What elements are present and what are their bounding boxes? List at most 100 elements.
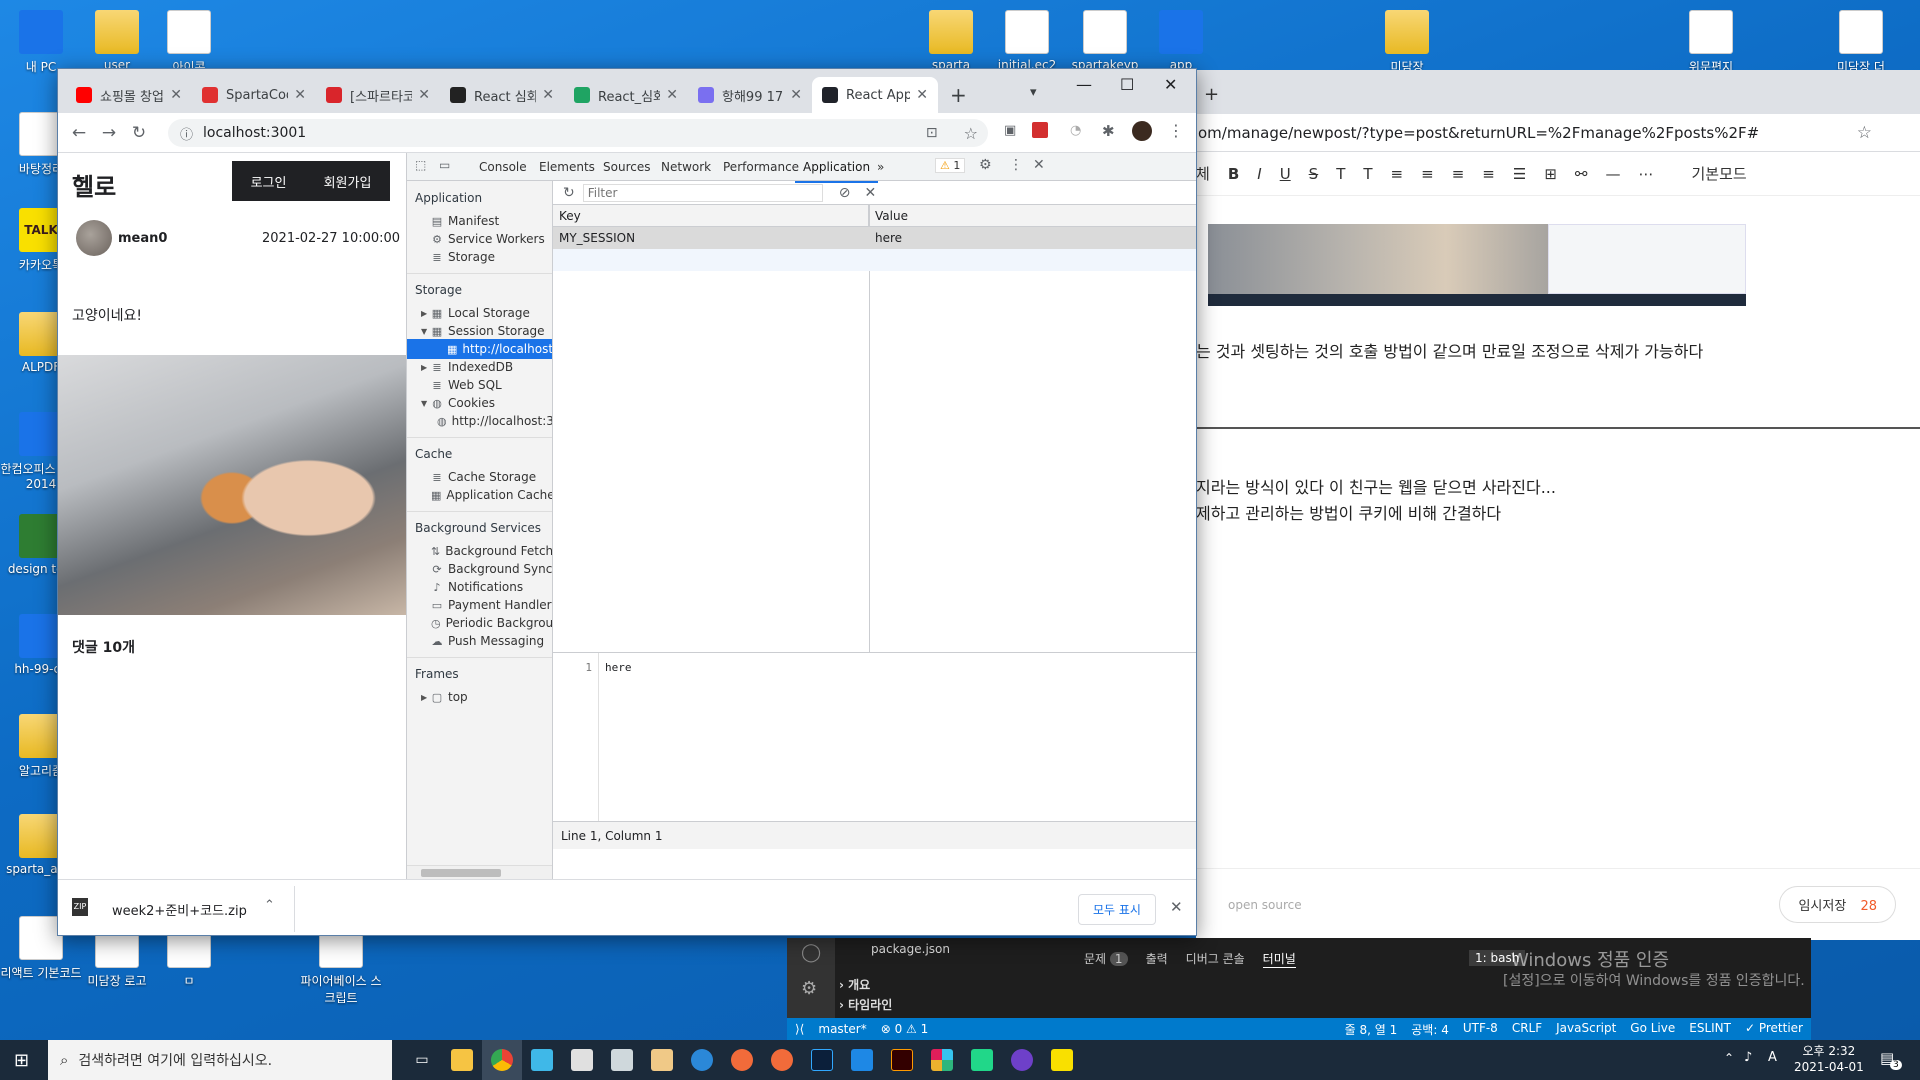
list-icon[interactable]: ☰ bbox=[1513, 165, 1526, 183]
sidebar-cookies-origin[interactable]: ◍ http://localhost:3001 bbox=[407, 411, 552, 431]
bold-icon[interactable]: B bbox=[1228, 165, 1239, 183]
delete-selected-icon[interactable]: ✕ bbox=[864, 185, 876, 201]
timeline-section[interactable]: › 타임라인 bbox=[839, 996, 892, 1013]
devtools-close-icon[interactable]: ✕ bbox=[1033, 157, 1045, 173]
remote-icon[interactable]: ⟩⟨ bbox=[795, 1022, 804, 1036]
ime-icon[interactable]: A bbox=[1768, 1050, 1777, 1065]
minimize-icon[interactable]: — bbox=[1076, 75, 1092, 94]
sidebar-service-workers[interactable]: ⚙ Service Workers bbox=[407, 229, 552, 249]
address-bar[interactable]: ⓘ localhost:3001 ⊡ ☆ bbox=[168, 119, 988, 147]
status-eol[interactable]: CRLF bbox=[1512, 1021, 1542, 1038]
panel-tab-problems[interactable]: 문제 1 bbox=[1084, 950, 1128, 968]
taskbar-vscode[interactable] bbox=[842, 1040, 882, 1080]
sidebar-websql[interactable]: ≣ Web SQL bbox=[407, 375, 552, 395]
file-package-json[interactable]: package.json bbox=[871, 942, 950, 956]
git-branch[interactable]: master* bbox=[818, 1022, 866, 1036]
new-tab-icon[interactable]: + bbox=[1204, 84, 1219, 105]
italic-icon[interactable]: I bbox=[1257, 165, 1261, 183]
status-golive[interactable]: Go Live bbox=[1630, 1021, 1675, 1038]
more-icon[interactable]: ⋯ bbox=[1638, 165, 1653, 183]
sidebar-application-cache[interactable]: ▦ Application Cache bbox=[407, 485, 552, 505]
new-tab-button[interactable]: + bbox=[950, 83, 967, 107]
preview-text[interactable]: here bbox=[605, 661, 632, 674]
desktop-icon[interactable]: sparta bbox=[910, 10, 992, 72]
volume-icon[interactable]: ♪ bbox=[1744, 1050, 1752, 1065]
outline-section[interactable]: › 개요 bbox=[839, 976, 870, 993]
device-toolbar-icon[interactable]: ▭ bbox=[439, 158, 450, 172]
hr-icon[interactable]: — bbox=[1605, 165, 1620, 183]
panel-tab-output[interactable]: 출력 bbox=[1146, 950, 1168, 968]
profile-avatar[interactable] bbox=[1132, 121, 1152, 141]
taskbar-mail[interactable] bbox=[562, 1040, 602, 1080]
tab-close-icon[interactable]: ✕ bbox=[294, 87, 306, 103]
align-left-icon[interactable]: ≡ bbox=[1391, 165, 1404, 183]
desktop-icon[interactable]: 아이콘 bbox=[148, 10, 230, 75]
taskbar-chrome[interactable] bbox=[482, 1040, 522, 1080]
menu-kebab-icon[interactable]: ⋮ bbox=[1168, 121, 1184, 140]
align-center-icon[interactable]: ≡ bbox=[1421, 165, 1434, 183]
close-window-icon[interactable]: ✕ bbox=[1164, 75, 1177, 94]
table-row-empty[interactable] bbox=[553, 249, 1196, 271]
devtools-tab-application[interactable]: Application bbox=[794, 160, 879, 183]
devtools-menu-icon[interactable]: ⋮ bbox=[1009, 157, 1023, 173]
more-tabs-icon[interactable]: » bbox=[877, 160, 884, 174]
status-prettier[interactable]: ✓ Prettier bbox=[1745, 1021, 1803, 1038]
ext-red-icon[interactable] bbox=[1032, 122, 1048, 138]
sidebar-hscrollbar[interactable] bbox=[407, 865, 552, 879]
taskbar-slack[interactable] bbox=[922, 1040, 962, 1080]
devtools-tab-sources[interactable]: Sources bbox=[603, 160, 650, 174]
ext-devtools-icon[interactable]: ▣ bbox=[1004, 123, 1016, 138]
maximize-icon[interactable]: ☐ bbox=[1120, 75, 1134, 94]
status-position[interactable]: 줄 8, 열 1 bbox=[1345, 1021, 1398, 1038]
bookmark-star-icon[interactable]: ☆ bbox=[1857, 123, 1872, 143]
browser-tab[interactable]: React_심화 ✕ bbox=[564, 77, 688, 113]
desktop-icon[interactable]: 미담장 더 bbox=[1820, 10, 1902, 75]
opensource-link[interactable]: open source bbox=[1228, 898, 1302, 912]
taskbar-app8[interactable] bbox=[722, 1040, 762, 1080]
panel-tab-terminal[interactable]: 터미널 bbox=[1262, 950, 1296, 968]
devtools-tab-console[interactable]: Console bbox=[479, 160, 527, 174]
devtools-settings-icon[interactable]: ⚙ bbox=[979, 157, 992, 173]
desktop-icon[interactable]: app bbox=[1140, 10, 1222, 72]
sidebar-manifest[interactable]: ▤ Manifest bbox=[407, 211, 552, 231]
temp-save-button[interactable]: 임시저장 28 bbox=[1779, 886, 1896, 923]
refresh-icon[interactable]: ↻ bbox=[563, 185, 575, 201]
tab-close-icon[interactable]: ✕ bbox=[790, 87, 802, 103]
status-indent[interactable]: 공백: 4 bbox=[1411, 1021, 1449, 1038]
tab-close-icon[interactable]: ✕ bbox=[666, 87, 678, 103]
editor-address-bar[interactable]: om/manage/newpost/?type=post&returnURL=%… bbox=[1196, 114, 1920, 152]
browser-tab[interactable]: [스파르타코딩 ✕ bbox=[316, 77, 440, 113]
underline-icon[interactable]: U bbox=[1280, 165, 1291, 183]
taskbar-github[interactable] bbox=[1002, 1040, 1042, 1080]
bookmark-icon[interactable]: ☆ bbox=[964, 124, 978, 143]
ext-gray-icon[interactable]: ◔ bbox=[1070, 123, 1081, 138]
status-encoding[interactable]: UTF-8 bbox=[1463, 1021, 1498, 1038]
status-eslint[interactable]: ESLINT bbox=[1689, 1021, 1731, 1038]
taskbar-photoshop[interactable] bbox=[802, 1040, 842, 1080]
desktop-icon[interactable]: user bbox=[76, 10, 158, 72]
browser-tab[interactable]: React 심화 ✕ bbox=[440, 77, 564, 113]
justify-icon[interactable]: ≡ bbox=[1482, 165, 1495, 183]
tab-close-icon[interactable]: ✕ bbox=[916, 87, 928, 103]
scroll-thumb[interactable] bbox=[421, 869, 501, 877]
translate-icon[interactable]: ⊡ bbox=[926, 125, 938, 141]
table-icon[interactable]: ⊞ bbox=[1544, 165, 1557, 183]
taskbar-kakaotalk[interactable] bbox=[1042, 1040, 1082, 1080]
account-icon[interactable]: ◯ bbox=[801, 942, 821, 963]
devtools-tab-performance[interactable]: Performance bbox=[723, 160, 799, 174]
taskbar-pycharm[interactable] bbox=[962, 1040, 1002, 1080]
extensions-icon[interactable]: ✱ bbox=[1102, 122, 1115, 140]
mode-select[interactable]: 기본모드 bbox=[1691, 163, 1746, 184]
problems-status[interactable]: ⊗ 0 ⚠ 1 bbox=[881, 1022, 929, 1036]
browser-tab[interactable]: 쇼핑몰 창업 ✕ bbox=[66, 77, 192, 113]
login-button[interactable]: 로그인 bbox=[251, 172, 287, 191]
table-row[interactable]: MY_SESSION here bbox=[553, 227, 1196, 249]
link-icon[interactable]: ⚯ bbox=[1575, 165, 1588, 183]
forward-icon[interactable]: → bbox=[94, 123, 124, 143]
filter-input[interactable] bbox=[582, 183, 823, 202]
desktop-icon[interactable]: 내 PC bbox=[0, 10, 82, 75]
browser-tab[interactable]: SpartaCoding ✕ bbox=[192, 77, 316, 113]
sidebar-cache-storage[interactable]: ≣ Cache Storage bbox=[407, 467, 552, 487]
taskbar-bird[interactable] bbox=[522, 1040, 562, 1080]
column-key[interactable]: Key bbox=[553, 205, 869, 227]
